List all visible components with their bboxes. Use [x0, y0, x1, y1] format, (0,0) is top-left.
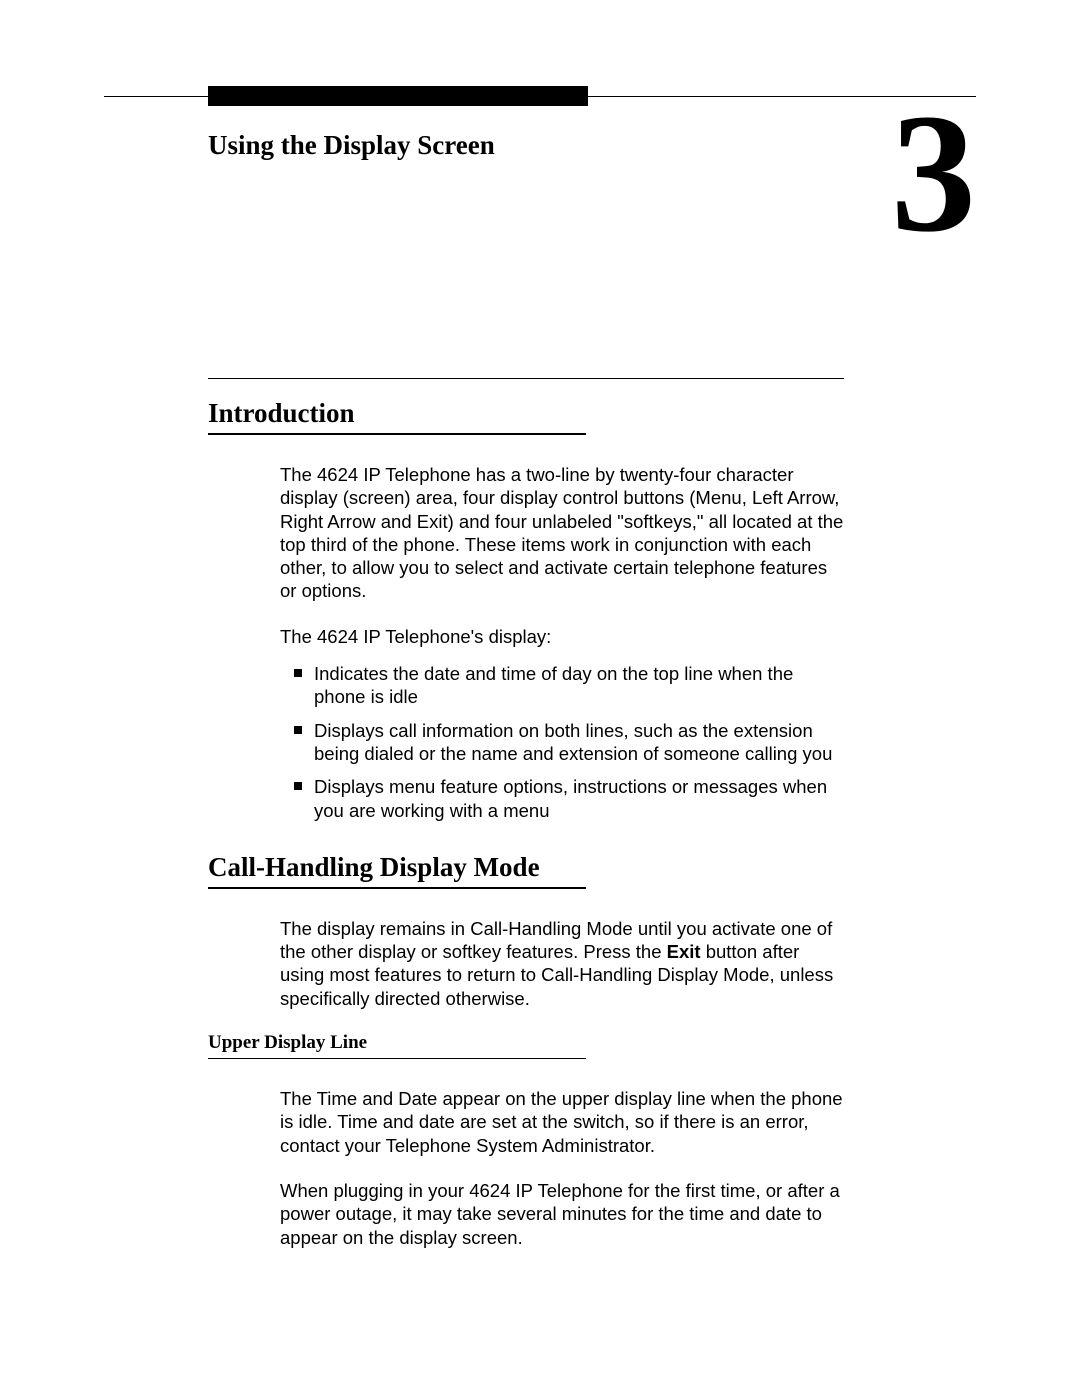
heading-underline — [208, 433, 586, 435]
heading-upper-display-line: Upper Display Line — [208, 1032, 844, 1054]
call-handling-paragraph: The display remains in Call-Handling Mod… — [280, 917, 844, 1010]
content-area: Introduction The 4624 IP Telephone has a… — [208, 398, 844, 1271]
subheading-underline — [208, 1058, 586, 1059]
section-top-rule — [208, 378, 844, 379]
chapter-title: Using the Display Screen — [208, 130, 495, 161]
intro-bullet-list: Indicates the date and time of day on th… — [280, 662, 844, 822]
intro-body: The 4624 IP Telephone has a two-line by … — [280, 463, 844, 822]
chapter-number: 3 — [891, 88, 976, 258]
list-item: Displays menu feature options, instructi… — [280, 775, 844, 822]
chapter-bar — [208, 86, 588, 106]
page: Using the Display Screen 3 Introduction … — [0, 0, 1080, 146]
intro-paragraph-2: The 4624 IP Telephone's display: — [280, 625, 844, 648]
heading-call-handling: Call-Handling Display Mode — [208, 852, 844, 883]
list-item: Displays call information on both lines,… — [280, 719, 844, 766]
list-item: Indicates the date and time of day on th… — [280, 662, 844, 709]
heading-introduction: Introduction — [208, 398, 844, 429]
upper-display-paragraph-1: The Time and Date appear on the upper di… — [280, 1087, 844, 1157]
heading-underline — [208, 887, 586, 889]
intro-paragraph-1: The 4624 IP Telephone has a two-line by … — [280, 463, 844, 603]
upper-display-paragraph-2: When plugging in your 4624 IP Telephone … — [280, 1179, 844, 1249]
upper-display-body: The Time and Date appear on the upper di… — [280, 1087, 844, 1249]
call-handling-body: The display remains in Call-Handling Mod… — [280, 917, 844, 1010]
exit-button-label: Exit — [667, 941, 701, 962]
